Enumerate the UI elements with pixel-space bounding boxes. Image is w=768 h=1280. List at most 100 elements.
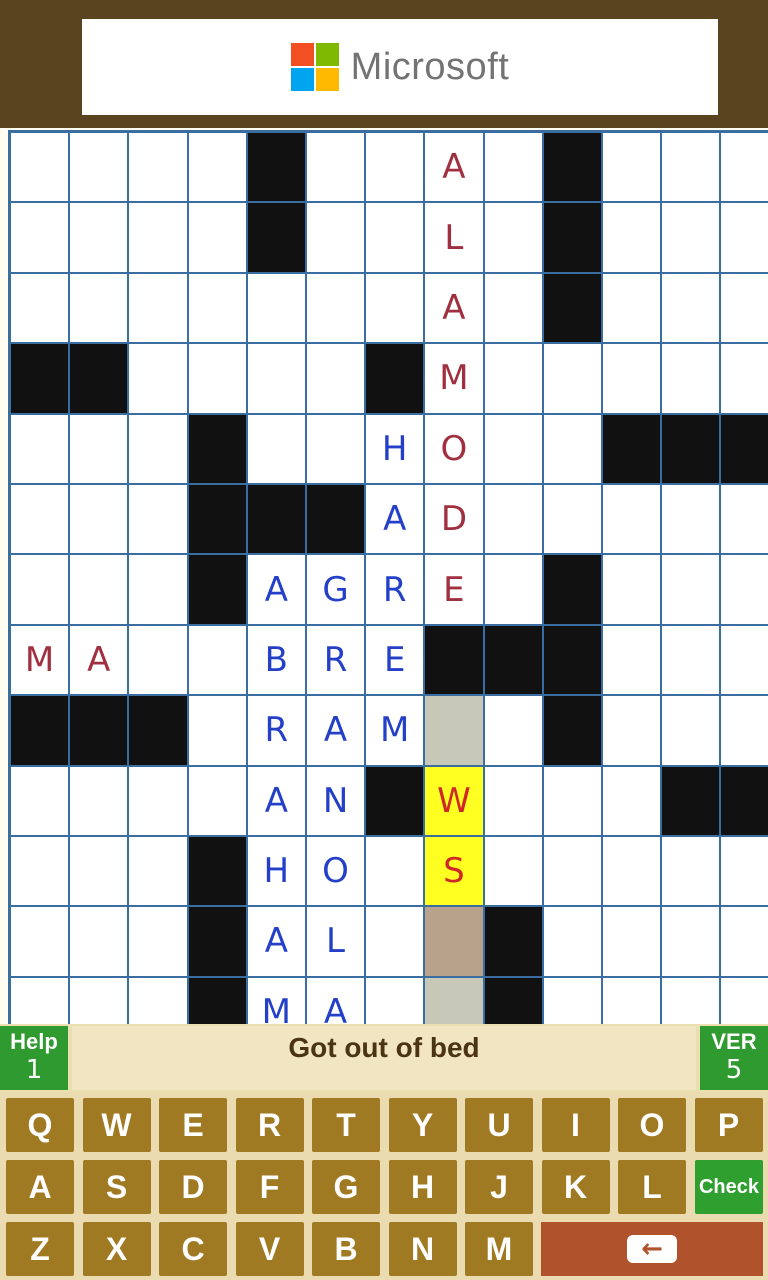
grid-cell[interactable] bbox=[602, 203, 661, 272]
key-a[interactable]: A bbox=[6, 1160, 74, 1214]
grid-cell[interactable] bbox=[70, 907, 128, 976]
grid-cell[interactable] bbox=[306, 203, 365, 272]
key-c[interactable]: C bbox=[159, 1222, 227, 1276]
grid-cell[interactable] bbox=[188, 344, 246, 413]
grid-cell[interactable]: G bbox=[306, 555, 365, 624]
grid-cell[interactable]: R bbox=[366, 555, 424, 624]
key-t[interactable]: T bbox=[312, 1098, 380, 1152]
grid-cell[interactable] bbox=[662, 484, 720, 554]
grid-cell[interactable] bbox=[662, 696, 720, 765]
grid-cell[interactable] bbox=[484, 414, 542, 483]
grid-cell[interactable] bbox=[129, 484, 187, 554]
key-p[interactable]: P bbox=[694, 1098, 763, 1152]
grid-cell[interactable]: D bbox=[425, 484, 483, 554]
grid-cell[interactable] bbox=[602, 555, 661, 624]
grid-cell[interactable]: M bbox=[366, 696, 424, 765]
grid-cell[interactable] bbox=[11, 273, 69, 343]
grid-cell[interactable] bbox=[129, 273, 187, 343]
key-f[interactable]: F bbox=[235, 1160, 304, 1214]
grid-cell[interactable]: A bbox=[425, 133, 483, 202]
grid-cell[interactable] bbox=[70, 484, 128, 554]
key-y[interactable]: Y bbox=[388, 1098, 457, 1152]
key-i[interactable]: I bbox=[541, 1098, 610, 1152]
grid-cell[interactable] bbox=[484, 555, 542, 624]
grid-cell[interactable] bbox=[484, 344, 542, 413]
grid-cell[interactable] bbox=[543, 766, 601, 835]
grid-cell[interactable] bbox=[129, 344, 187, 413]
grid-cell[interactable]: A bbox=[247, 766, 305, 835]
grid-cell[interactable] bbox=[70, 836, 128, 906]
grid-cell[interactable] bbox=[70, 203, 128, 272]
grid-cell[interactable] bbox=[721, 203, 768, 272]
grid-cell[interactable] bbox=[721, 555, 768, 624]
grid-cell[interactable] bbox=[70, 414, 128, 483]
grid-cell[interactable] bbox=[602, 344, 661, 413]
grid-cell[interactable] bbox=[366, 907, 424, 976]
key-l[interactable]: L bbox=[618, 1160, 686, 1214]
grid-cell[interactable] bbox=[602, 484, 661, 554]
grid-cell[interactable] bbox=[188, 203, 246, 272]
grid-cell[interactable] bbox=[366, 273, 424, 343]
grid-cell[interactable] bbox=[484, 273, 542, 343]
grid-cell[interactable] bbox=[543, 344, 601, 413]
key-m[interactable]: M bbox=[465, 1222, 533, 1276]
grid-cell[interactable] bbox=[662, 133, 720, 202]
check-button[interactable]: Check bbox=[695, 1160, 763, 1214]
grid-cell[interactable] bbox=[721, 696, 768, 765]
grid-cell[interactable] bbox=[247, 273, 305, 343]
grid-cell[interactable]: A bbox=[306, 696, 365, 765]
grid-cell[interactable] bbox=[129, 414, 187, 483]
grid-cell[interactable] bbox=[602, 696, 661, 765]
grid-cell[interactable]: H bbox=[247, 836, 305, 906]
grid-cell[interactable] bbox=[721, 907, 768, 976]
grid-cell[interactable] bbox=[11, 766, 69, 835]
grid-cell[interactable]: A bbox=[247, 555, 305, 624]
grid-cell[interactable] bbox=[484, 696, 542, 765]
grid-cell[interactable] bbox=[70, 555, 128, 624]
grid-cell[interactable]: A bbox=[70, 625, 128, 695]
grid-cell[interactable]: E bbox=[425, 555, 483, 624]
grid-cell[interactable] bbox=[602, 766, 661, 835]
grid-cell[interactable] bbox=[129, 625, 187, 695]
grid-cell[interactable]: S bbox=[425, 836, 483, 906]
direction-indicator[interactable]: VER 5 bbox=[700, 1026, 768, 1090]
grid-cell[interactable]: W bbox=[425, 766, 483, 835]
grid-cell[interactable] bbox=[366, 836, 424, 906]
key-x[interactable]: X bbox=[82, 1222, 151, 1276]
grid-cell[interactable] bbox=[306, 273, 365, 343]
grid-cell[interactable] bbox=[188, 625, 246, 695]
grid-cell[interactable] bbox=[543, 414, 601, 483]
grid-cell[interactable] bbox=[662, 907, 720, 976]
grid-cell[interactable] bbox=[484, 484, 542, 554]
grid-cell[interactable] bbox=[70, 766, 128, 835]
key-s[interactable]: S bbox=[82, 1160, 151, 1214]
grid-cell[interactable]: L bbox=[306, 907, 365, 976]
grid-cell[interactable]: M bbox=[425, 344, 483, 413]
grid-cell[interactable] bbox=[11, 203, 69, 272]
grid-cell[interactable]: A bbox=[425, 273, 483, 343]
grid-cell[interactable] bbox=[129, 907, 187, 976]
grid-cell[interactable] bbox=[11, 414, 69, 483]
key-n[interactable]: N bbox=[388, 1222, 457, 1276]
grid-cell[interactable] bbox=[543, 836, 601, 906]
grid-cell[interactable] bbox=[11, 484, 69, 554]
grid-cell[interactable] bbox=[366, 203, 424, 272]
grid-cell[interactable] bbox=[70, 133, 128, 202]
grid-cell[interactable]: M bbox=[11, 625, 69, 695]
grid-cell[interactable] bbox=[602, 907, 661, 976]
grid-cell[interactable] bbox=[366, 133, 424, 202]
grid-cell[interactable] bbox=[721, 344, 768, 413]
grid-cell[interactable] bbox=[602, 625, 661, 695]
grid-cell[interactable] bbox=[721, 133, 768, 202]
grid-cell[interactable] bbox=[484, 203, 542, 272]
grid-cell[interactable]: H bbox=[366, 414, 424, 483]
grid-cell[interactable] bbox=[247, 414, 305, 483]
key-o[interactable]: O bbox=[618, 1098, 686, 1152]
grid-cell[interactable] bbox=[129, 203, 187, 272]
grid-cell[interactable] bbox=[188, 133, 246, 202]
grid-cell[interactable] bbox=[129, 836, 187, 906]
grid-cell[interactable] bbox=[662, 344, 720, 413]
grid-cell[interactable] bbox=[602, 133, 661, 202]
grid-cell[interactable] bbox=[11, 555, 69, 624]
key-j[interactable]: J bbox=[465, 1160, 533, 1214]
